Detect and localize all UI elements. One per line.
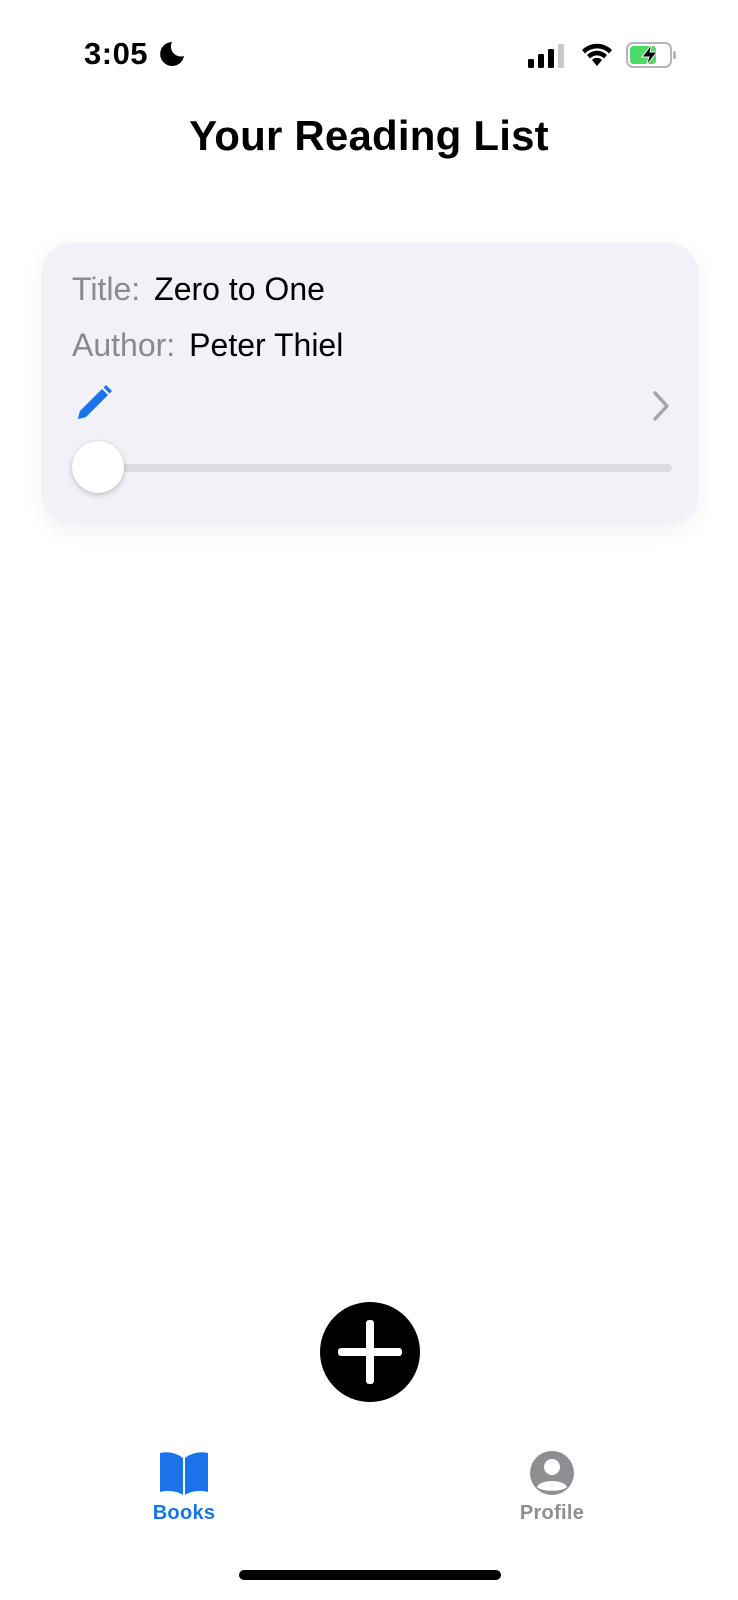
book-author: Peter Thiel <box>189 327 344 363</box>
author-label: Author: <box>72 327 176 363</box>
app-screen: 3:05 Your Reading List Title: Zero to One <box>0 0 738 1600</box>
book-icon <box>160 1452 208 1495</box>
chevron-right-icon[interactable] <box>650 389 672 423</box>
reading-progress-slider[interactable] <box>72 439 672 493</box>
cellular-signal-icon <box>528 44 564 68</box>
battery-charging-icon <box>626 42 676 68</box>
tab-books-label: Books <box>152 1502 216 1524</box>
tab-books[interactable]: Books <box>124 1450 244 1525</box>
title-label: Title: <box>72 271 141 307</box>
pencil-icon[interactable] <box>72 383 114 425</box>
home-indicator[interactable] <box>239 1570 501 1580</box>
person-circle-icon <box>530 1451 574 1495</box>
add-book-button[interactable] <box>320 1302 420 1402</box>
book-title-row: Title: Zero to One <box>72 271 325 308</box>
status-bar: 3:05 <box>0 0 738 110</box>
moon-icon <box>160 42 184 66</box>
tab-profile[interactable]: Profile <box>492 1450 612 1525</box>
plus-icon <box>338 1320 402 1384</box>
book-author-row: Author: Peter Thiel <box>72 327 343 364</box>
status-time: 3:05 <box>84 36 149 71</box>
slider-track[interactable] <box>96 464 672 472</box>
tab-profile-label: Profile <box>519 1502 585 1524</box>
book-card[interactable]: Title: Zero to One Author: Peter Thiel <box>42 243 698 525</box>
page-title: Your Reading List <box>189 112 549 159</box>
wifi-icon <box>582 43 612 66</box>
book-title: Zero to One <box>154 271 325 307</box>
slider-thumb[interactable] <box>72 441 124 493</box>
